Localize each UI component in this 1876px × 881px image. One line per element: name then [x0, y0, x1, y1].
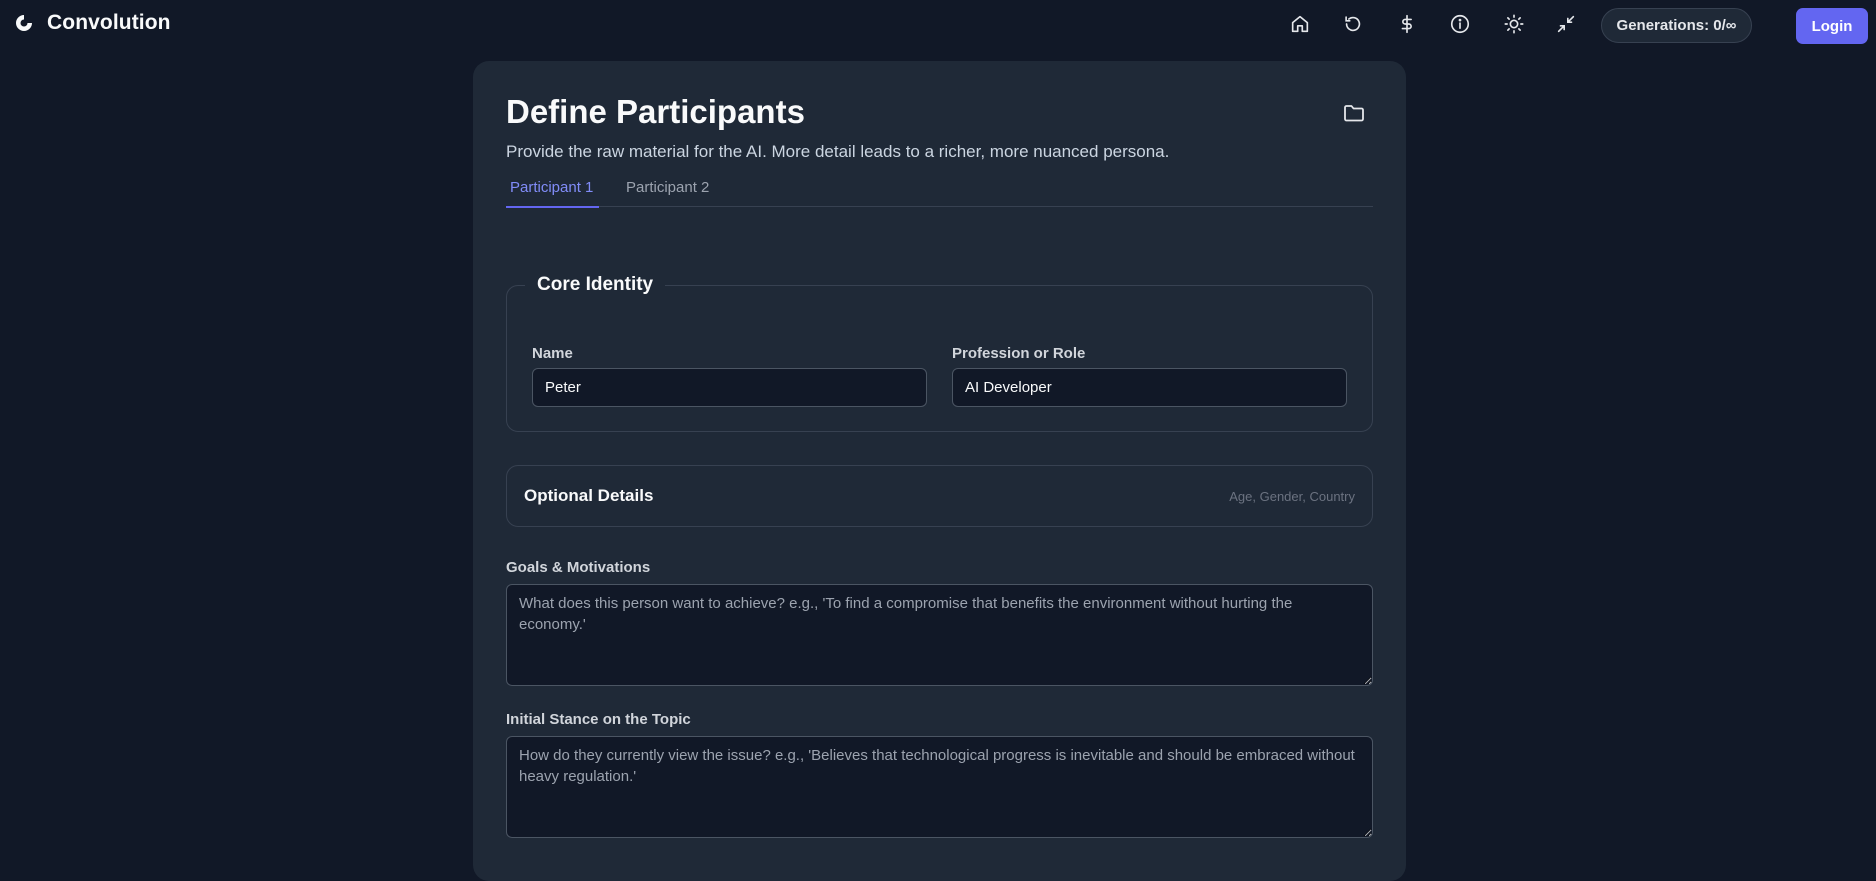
optional-details-toggle[interactable]: Optional Details Age, Gender, Country [506, 465, 1373, 527]
tab-participant-2[interactable]: Participant 2 [626, 171, 709, 207]
sun-icon[interactable] [1502, 12, 1526, 36]
login-button[interactable]: Login [1796, 8, 1868, 44]
optional-details-title: Optional Details [524, 486, 654, 505]
goals-textarea[interactable] [506, 584, 1373, 686]
participants-card: Define Participants Provide the raw mate… [473, 61, 1406, 881]
generations-counter[interactable]: Generations: 0/∞ [1601, 8, 1752, 43]
minimize-icon[interactable] [1554, 12, 1578, 36]
role-input[interactable] [952, 368, 1347, 407]
name-label: Name [532, 345, 573, 362]
top-bar: Convolution Generations: 0/∞ Login [0, 0, 1876, 50]
history-icon[interactable] [1341, 12, 1365, 36]
page-subtitle: Provide the raw material for the AI. Mor… [506, 142, 1170, 161]
goals-label: Goals & Motivations [506, 559, 651, 576]
name-input[interactable] [532, 368, 927, 407]
core-identity-legend: Core Identity [525, 274, 666, 296]
home-icon[interactable] [1288, 12, 1312, 36]
optional-details-hint: Age, Gender, Country [1229, 489, 1355, 504]
brand[interactable]: Convolution [13, 11, 171, 35]
folder-icon[interactable] [1342, 101, 1366, 125]
stance-label: Initial Stance on the Topic [506, 711, 691, 728]
core-identity-section: Core Identity Name Profession or Role [506, 274, 1373, 432]
role-label: Profession or Role [952, 345, 1086, 362]
app-name: Convolution [47, 11, 171, 34]
info-icon[interactable] [1448, 12, 1472, 36]
convolution-logo-icon [16, 15, 32, 31]
stance-textarea[interactable] [506, 736, 1373, 838]
tab-participant-1[interactable]: Participant 1 [506, 171, 599, 208]
participant-tabs: Participant 1 Participant 2 [506, 171, 1373, 208]
dollar-icon[interactable] [1395, 12, 1419, 36]
page-title: Define Participants [506, 93, 805, 130]
